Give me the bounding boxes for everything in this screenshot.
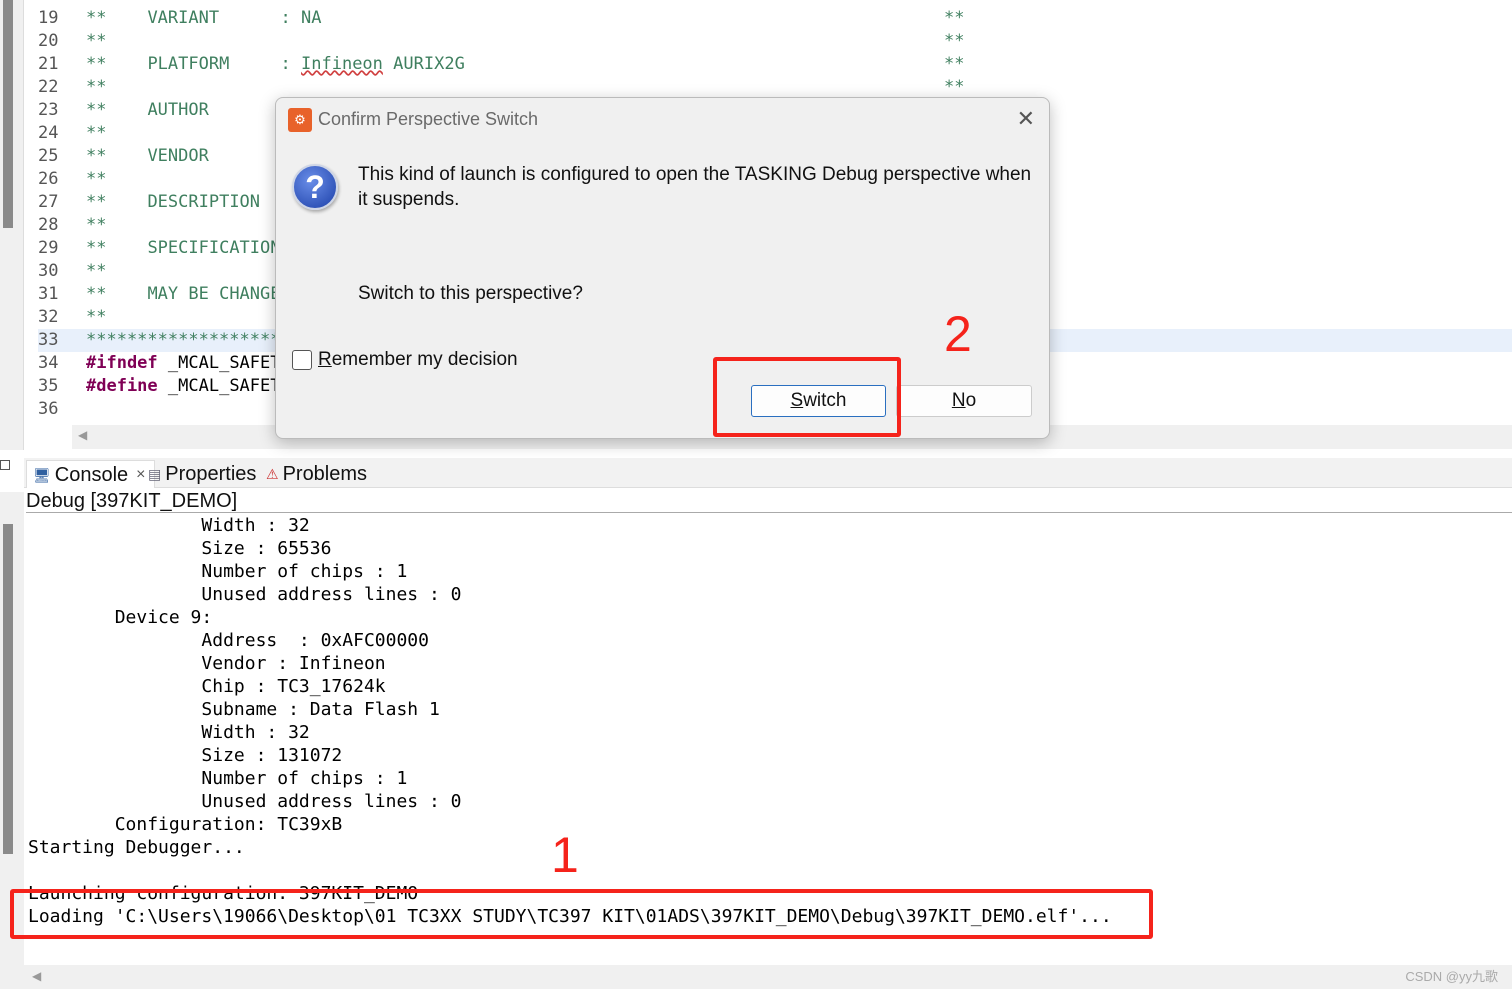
console-line: Vendor : Infineon	[28, 653, 386, 674]
annotation-box-switch	[713, 357, 901, 437]
tab-properties[interactable]: ▤ Properties	[148, 460, 256, 488]
console-line: Unused address lines : 0	[28, 791, 462, 812]
annotation-label-2: 2	[944, 306, 972, 362]
code-text: **	[86, 77, 107, 97]
code-text: ** MAY BE CHANGED	[86, 284, 291, 304]
code-text: **	[86, 215, 107, 235]
line-number: 30	[38, 261, 59, 281]
line-number: 32	[38, 307, 59, 327]
line-number: 25	[38, 146, 59, 166]
line-number: 36	[38, 399, 59, 419]
line-number: 19	[38, 8, 59, 28]
console-line: Subname : Data Flash 1	[28, 699, 440, 720]
close-icon[interactable]: ✕	[1017, 106, 1035, 132]
code-text: ** DESCRIPTION :	[86, 192, 291, 212]
dialog-title-bar[interactable]: ⚙ Confirm Perspective Switch ✕	[276, 98, 1049, 142]
annotation-label-1: 1	[551, 827, 579, 883]
scroll-left-icon[interactable]: ◀	[78, 428, 87, 442]
tab-console[interactable]: 🖥 Console ×	[26, 460, 155, 488]
checkbox-label: Remember my decision	[318, 349, 518, 370]
question-icon: ?	[292, 164, 338, 210]
comment-border: **	[944, 77, 965, 97]
line-number: 28	[38, 215, 59, 235]
console-line: Chip : TC3_17624k	[28, 676, 386, 697]
dialog-title: Confirm Perspective Switch	[318, 109, 539, 129]
annotation-box-loading	[10, 889, 1153, 939]
console-line: Number of chips : 1	[28, 561, 408, 582]
tab-label: Properties	[165, 463, 257, 485]
line-number: 26	[38, 169, 59, 189]
code-text: **	[86, 307, 107, 327]
console-vertical-scrollbar[interactable]	[3, 524, 13, 854]
console-line: Unused address lines : 0	[28, 584, 462, 605]
console-line: Address : 0xAFC00000	[28, 630, 429, 651]
line-number: 20	[38, 31, 59, 51]
line-number: 35	[38, 376, 59, 396]
console-line: Configuration: TC39xB	[28, 814, 343, 835]
code-text: ** VENDOR :	[86, 146, 291, 166]
code-line: 21 ** PLATFORM : Infineon AURIX2G **	[38, 53, 1512, 76]
console-line: Size : 131072	[28, 745, 343, 766]
code-text: ** VARIANT : NA	[86, 8, 322, 28]
line-number: 33	[38, 330, 59, 350]
code-line: 19 ** VARIANT : NA **	[38, 7, 1512, 30]
line-number: 22	[38, 77, 59, 97]
properties-icon: ▤	[148, 466, 162, 482]
scroll-left-icon[interactable]: ◀	[32, 969, 41, 983]
comment-border: **	[944, 54, 965, 74]
line-number: 23	[38, 100, 59, 120]
confirm-perspective-switch-dialog: ⚙ Confirm Perspective Switch ✕ ? This ki…	[275, 97, 1050, 439]
tab-label: Console	[54, 463, 129, 486]
code-line: 20 ** **	[38, 30, 1512, 53]
remember-decision-checkbox[interactable]: Remember my decision	[292, 349, 518, 371]
console-horizontal-scrollbar[interactable]: ◀	[24, 965, 1512, 989]
line-number: 34	[38, 353, 59, 373]
console-line: Device 9:	[28, 607, 213, 628]
console-line: Number of chips : 1	[28, 768, 408, 789]
aurix-logo-icon: ⚙	[288, 108, 312, 132]
no-button[interactable]: No	[896, 385, 1032, 417]
line-number: 31	[38, 284, 59, 304]
tab-label: Problems	[282, 463, 368, 485]
console-line: Width : 32	[28, 722, 310, 743]
console-icon: 🖥	[33, 466, 51, 483]
comment-border: **	[944, 8, 965, 28]
code-text: **	[86, 261, 107, 281]
console-title: Debug [397KIT_DEMO]	[26, 490, 238, 512]
problems-icon: ⚠	[266, 466, 279, 482]
code-line: 22 ** **	[38, 76, 1512, 99]
divider	[26, 512, 1512, 513]
code-text: **	[86, 169, 107, 189]
editor-vertical-scrollbar[interactable]	[3, 0, 13, 228]
checkbox-box[interactable]	[292, 350, 312, 370]
dialog-message: This kind of launch is configured to ope…	[358, 164, 1032, 210]
restore-view-icon[interactable]	[0, 460, 10, 470]
dialog-question: Switch to this perspective?	[358, 283, 583, 304]
code-text: ** PLATFORM : Infineon AURIX2G	[86, 54, 465, 74]
line-number: 21	[38, 54, 59, 74]
code-text: #ifndef _MCAL_SAFET	[86, 353, 281, 373]
console-line: Size : 65536	[28, 538, 332, 559]
code-text: #define _MCAL_SAFET	[86, 376, 281, 396]
close-icon[interactable]: ×	[136, 461, 145, 489]
line-number: 27	[38, 192, 59, 212]
tab-problems[interactable]: ⚠ Problems	[266, 460, 367, 488]
line-number: 29	[38, 238, 59, 258]
code-text: **	[86, 123, 107, 143]
line-number: 24	[38, 123, 59, 143]
view-tab-bar: 🖥 Console × ▤ Properties ⚠ Problems	[24, 458, 1512, 488]
console-line: Starting Debugger...	[28, 837, 245, 858]
console-line: Width : 32	[28, 515, 310, 536]
code-text: ** AUTHOR :	[86, 100, 291, 120]
code-text: **	[86, 31, 107, 51]
watermark: CSDN @yy九歌	[1405, 969, 1498, 984]
comment-border: **	[944, 31, 965, 51]
code-text: ** SPECIFICATION(S	[86, 238, 301, 258]
code-text: *******************	[86, 330, 281, 350]
